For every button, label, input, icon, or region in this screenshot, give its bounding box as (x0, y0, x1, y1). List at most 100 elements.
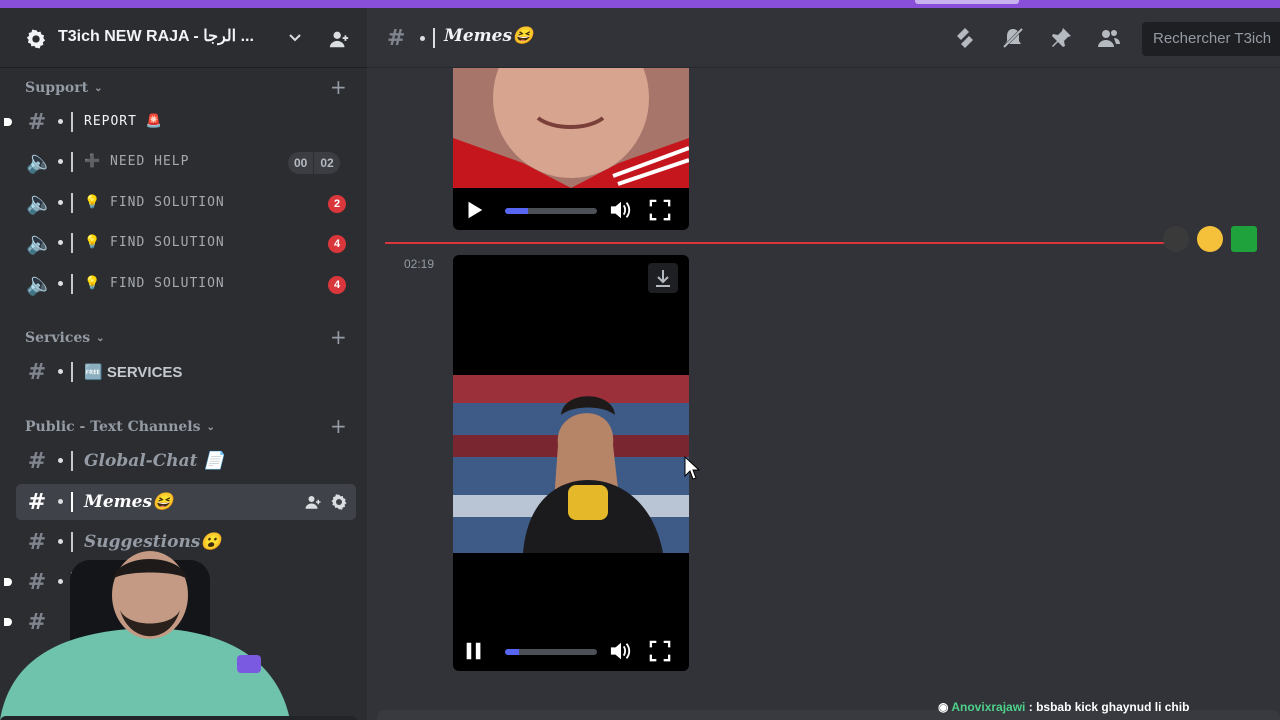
channel-memes[interactable]: # Memes😆 (16, 484, 356, 520)
chat-header: # Memes😆 Rechercher T3ich (367, 8, 1280, 68)
separator-bar (71, 152, 73, 172)
separator-dot (58, 119, 63, 124)
channel-label: 💡 FIND SOLUTION (84, 235, 225, 250)
chevron-down-icon[interactable] (287, 30, 303, 46)
category-support[interactable]: Support ⌄ (25, 80, 102, 96)
reaction-avatar-icon[interactable] (1163, 226, 1189, 252)
channel-services[interactable]: # 🆓 SERVICES (16, 354, 356, 390)
chevron-down-icon: ⌄ (96, 332, 105, 344)
video-progress-bar[interactable] (505, 649, 597, 655)
separator-dot (420, 36, 425, 41)
mention-badge: 2 (328, 195, 346, 213)
chat-area: # Memes😆 Rechercher T3ich 02:19 (367, 8, 1280, 720)
channel-need-help[interactable]: 🔈 ➕ NEED HELP 00 02 (16, 144, 356, 180)
separator-dot (58, 281, 63, 286)
streamer-top-bar (0, 0, 1280, 8)
category-label: Public - Text Channels (25, 419, 201, 435)
member-list-icon[interactable] (1096, 26, 1122, 50)
fullscreen-icon[interactable] (648, 199, 672, 221)
channel-find-solution-1[interactable]: 🔈 💡 FIND SOLUTION 2 (16, 185, 356, 221)
play-icon[interactable] (463, 199, 485, 221)
add-channel-icon[interactable]: + (330, 327, 347, 347)
separator-dot (58, 200, 63, 205)
gear-icon (26, 29, 46, 49)
top-bar-pill (915, 0, 1019, 4)
separator-dot (58, 499, 63, 504)
video-progress-bar[interactable] (505, 208, 597, 214)
search-input[interactable]: Rechercher T3ich (1142, 22, 1280, 56)
threads-icon[interactable] (952, 26, 978, 50)
channel-label: ➕ NEED HELP (84, 154, 190, 169)
video-attachment-2[interactable] (453, 255, 689, 671)
separator-bar (71, 532, 73, 552)
guild-name[interactable]: T3ich NEW RAJA - الرجا ... (58, 26, 254, 46)
invite-people-icon[interactable] (327, 28, 351, 50)
speaker-icon: 🔈 (26, 272, 54, 297)
channel-find-solution-3[interactable]: 🔈 💡 FIND SOLUTION 4 (16, 266, 356, 302)
invite-people-icon[interactable] (304, 493, 322, 511)
hash-icon: # (27, 449, 47, 474)
separator-dot (58, 240, 63, 245)
separator-dot (58, 159, 63, 164)
mute-notifications-icon[interactable] (1000, 26, 1026, 50)
unread-indicator (4, 118, 12, 126)
speaker-icon: 🔈 (26, 191, 54, 216)
separator-bar (71, 492, 73, 512)
user-panel-strip (0, 716, 357, 720)
volume-icon[interactable] (608, 640, 634, 662)
channel-global-chat[interactable]: # Global-Chat 📄 (16, 443, 356, 479)
volume-icon[interactable] (608, 199, 634, 221)
channel-report[interactable]: # REPORT 🚨 (4, 104, 356, 140)
category-label: Services (25, 330, 91, 346)
channel-actions (304, 493, 348, 511)
add-channel-icon[interactable]: + (330, 416, 347, 436)
separator-bar (71, 193, 73, 213)
progress-fill (505, 649, 519, 655)
hash-icon: # (27, 490, 47, 515)
chat-username: Anovixrajawi (951, 700, 1026, 714)
channel-label: Memes😆 (84, 492, 174, 512)
category-services[interactable]: Services ⌄ (25, 330, 105, 346)
category-public[interactable]: Public - Text Channels ⌄ (25, 419, 215, 435)
separator-bar (71, 274, 73, 294)
pin-icon[interactable] (1048, 26, 1074, 50)
webcam-overlay (0, 551, 290, 720)
video-frame (453, 375, 689, 553)
chat-message: : bsbab kick ghaynud li chib (1028, 700, 1190, 714)
video-controls (453, 631, 689, 671)
channel-title: Memes😆 (444, 26, 534, 46)
separator-bar (71, 233, 73, 253)
add-channel-icon[interactable]: + (330, 77, 347, 97)
separator-bar (71, 112, 73, 132)
channel-label: 💡 FIND SOLUTION (84, 276, 225, 291)
guild-header[interactable]: T3ich NEW RAJA - الرجا ... (0, 8, 367, 68)
reaction-strip (1163, 226, 1257, 252)
green-sticker-icon[interactable] (1231, 226, 1257, 252)
count-right: 02 (313, 152, 339, 174)
chevron-down-icon: ⌄ (206, 421, 215, 433)
video-controls (453, 190, 689, 230)
separator-dot (58, 539, 63, 544)
message-timestamp: 02:19 (404, 257, 435, 271)
stream-chat-overlay: ◉ Anovixrajawi : bsbab kick ghaynud li c… (938, 700, 1190, 714)
voice-user-count: 00 02 (288, 152, 340, 174)
pause-icon[interactable] (463, 640, 485, 662)
channel-label: 🆓 SERVICES (84, 364, 183, 381)
fullscreen-icon[interactable] (648, 640, 672, 662)
new-messages-divider (385, 242, 1165, 244)
progress-fill (505, 208, 528, 214)
download-icon[interactable] (648, 263, 678, 293)
mention-badge: 4 (328, 235, 346, 253)
separator-dot (58, 458, 63, 463)
hash-icon: # (387, 26, 406, 51)
category-label: Support (25, 80, 89, 96)
separator-dot (58, 369, 63, 374)
video-attachment-1[interactable] (453, 68, 689, 230)
laughing-emoji-icon[interactable] (1197, 226, 1223, 252)
chevron-down-icon: ⌄ (94, 82, 103, 94)
count-left: 00 (294, 156, 308, 170)
speaker-icon: 🔈 (26, 150, 54, 175)
settings-gear-icon[interactable] (330, 493, 348, 511)
video-frame (453, 68, 689, 188)
channel-find-solution-2[interactable]: 🔈 💡 FIND SOLUTION 4 (16, 225, 356, 261)
